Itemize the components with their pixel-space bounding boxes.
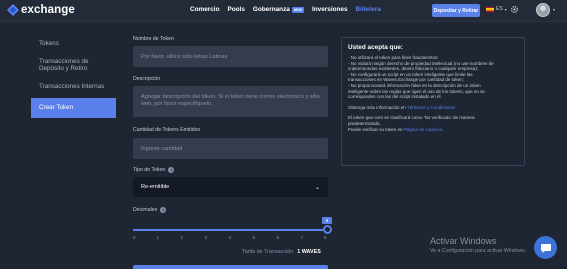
token-type-label: Tipo de Token ? [133,167,175,173]
avatar[interactable] [536,3,550,17]
tick-label: 7 [300,235,304,240]
decimals-slider-value: 8 [322,217,332,224]
fee-label: Tarifa de Transacción [242,249,294,255]
new-badge: NEW [291,6,304,13]
watermark-subtitle: Ve a Configuración para activar Windows. [430,248,527,254]
decimals-label: Decimales ? [133,207,167,213]
nav-comercio[interactable]: Comercio [190,6,219,13]
sidebar-item-create-token[interactable]: Crear Token [31,98,116,118]
tick-label: 4 [228,235,232,240]
token-name-label: Nombre de Token [133,36,174,42]
spain-flag-icon [486,6,494,12]
nav-inversiones[interactable]: Inversiones [312,6,348,13]
token-type-value: Re-emitible [141,184,170,190]
main-nav: Comercio Pools Gobernanza NEW Inversione… [190,6,389,13]
help-icon[interactable]: ? [160,207,167,213]
sidebar-item-deposit-withdraw[interactable]: Transacciones de Depósito y Retiro [31,53,116,78]
logo-text: exchange [21,4,75,16]
description-label: Descripción [133,76,161,82]
decimals-label-text: Decimales [133,207,158,213]
sidebar-item-tokens[interactable]: Tokens [31,35,116,53]
sidebar-item-internal-transactions[interactable]: Transacciones Internas [31,78,116,96]
deposit-withdraw-button[interactable]: Depositar y Retirar [432,4,480,17]
top-bar: exchange Comercio Pools Gobernanza NEW I… [0,0,567,22]
decimals-slider-track[interactable] [133,229,328,231]
logo-icon [7,4,19,16]
create-token-button[interactable] [133,265,328,269]
windows-activation-watermark: Activar Windows Ve a Configuración para … [430,236,526,254]
fee-value: 1 WAVES [297,249,321,255]
verify-text: Puede verificar su token en [348,126,403,132]
tick-label: 6 [276,235,280,240]
language-code: ES [496,6,503,12]
quantity-input[interactable]: Ingrese cantidad [133,138,328,159]
nav-pools[interactable]: Pools [227,6,244,13]
token-name-input[interactable]: Por favor, utilice sólo letras Latinas [133,46,328,67]
chevron-down-icon: ⌄ [314,184,320,191]
tick-label: 0 [133,235,136,240]
verify-line: Puede verificar su token en Página de vo… [348,127,518,133]
avatar-chevron-down-icon[interactable]: ▾ [553,7,555,12]
transaction-fee: Tarifa de Transacción 1 WAVES [242,249,321,255]
more-info-text: Obtenga más información en [348,104,406,110]
tick-label: 3 [204,235,208,240]
tick-label: 1 [156,235,160,240]
language-selector[interactable]: ES ▾ [486,6,507,12]
description-input[interactable]: Agregar descripción del token. Si el tok… [133,86,328,117]
chevron-down-icon: ▾ [504,6,507,12]
voting-page-link[interactable]: Página de votación. [404,127,444,132]
token-type-select[interactable]: Re-emitible ⌄ [133,177,328,197]
terms-title: Usted acepta que: [348,44,404,51]
tick-label: 8 [324,235,327,240]
nav-billetera[interactable]: Billetera [356,6,381,13]
nav-gobernanza[interactable]: Gobernanza NEW [253,6,304,13]
tick-label: 5 [252,235,256,240]
sidebar: Tokens Transacciones de Depósito y Retir… [31,35,116,118]
chat-button[interactable] [534,236,557,259]
chat-icon [540,243,551,253]
decimals-slider-handle[interactable] [323,225,332,234]
quantity-label: Cantidad de Tokens Emitidos [133,127,201,133]
token-type-label-text: Tipo de Token [133,167,166,173]
decimals-ticks: 0 1 2 3 4 5 6 7 8 [133,235,328,241]
gear-icon[interactable] [510,5,519,14]
help-icon[interactable]: ? [168,167,175,173]
terms-info-box: Usted acepta que: - No utilizará el toke… [341,37,525,166]
terms-link[interactable]: Términos y Condiciones [407,105,455,110]
logo[interactable]: exchange [7,4,75,16]
watermark-title: Activar Windows [430,236,497,246]
tick-label: 2 [180,235,184,240]
nav-gobernanza-label: Gobernanza [252,6,290,13]
